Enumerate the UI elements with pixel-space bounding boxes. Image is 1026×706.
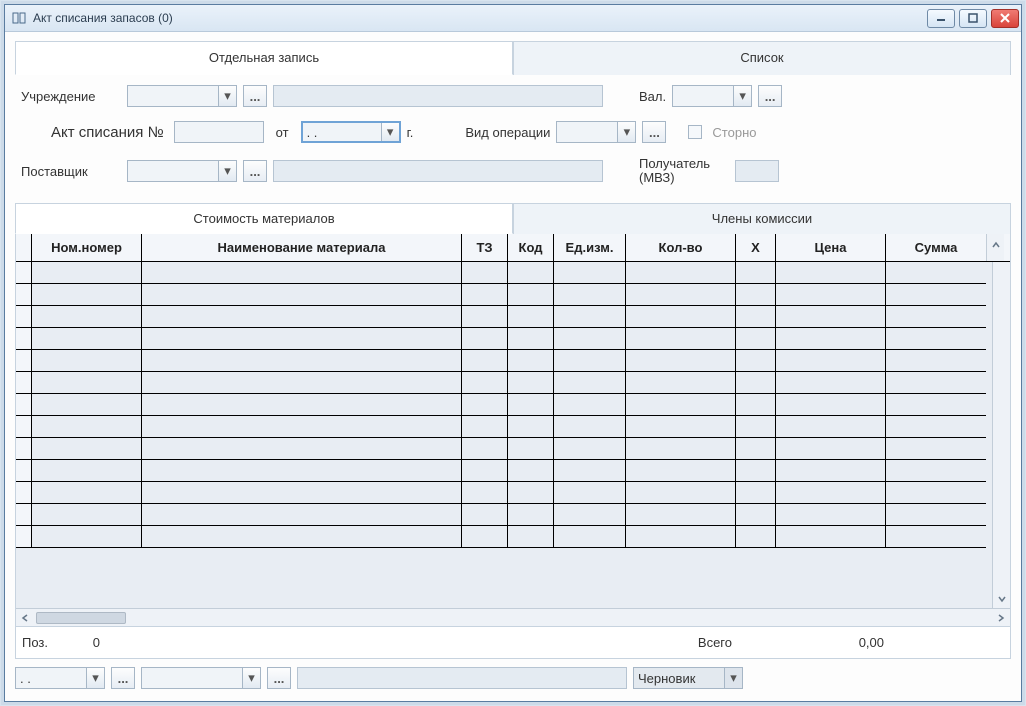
table-row[interactable] [16,262,1010,284]
date-input[interactable]: . . ▾ [301,121,401,143]
institution-browse-button[interactable]: ... [243,85,267,107]
subtab-commission[interactable]: Члены комиссии [513,203,1011,234]
status-value: Черновик [638,671,695,686]
chevron-down-icon: ▾ [381,123,399,141]
label-supplier: Поставщик [21,164,121,179]
subtab-materials[interactable]: Стоимость материалов [15,203,513,234]
footer-pos-label: Поз. [22,635,48,650]
status-combo[interactable]: Черновик ▾ [633,667,743,689]
institution-combo[interactable]: ▾ [127,85,237,107]
table-row[interactable] [16,504,1010,526]
supplier-browse-button[interactable]: ... [243,160,267,182]
bottom-date-combo[interactable]: . . ▾ [15,667,105,689]
chevron-down-icon: ▾ [617,122,635,142]
col-kol[interactable]: Кол-во [626,234,736,261]
table-row[interactable] [16,284,1010,306]
maximize-button[interactable] [959,9,987,28]
label-recipient: Получатель (МВЗ) [639,157,729,186]
col-x[interactable]: Х [736,234,776,261]
table-row[interactable] [16,438,1010,460]
chevron-down-icon: ▾ [86,668,104,688]
label-institution: Учреждение [21,89,121,104]
grid-body[interactable] [16,262,1010,608]
titlebar: Акт списания запасов (0) [5,5,1021,32]
col-tz[interactable]: ТЗ [462,234,508,261]
table-row[interactable] [16,306,1010,328]
bottom-browse-2-button[interactable]: ... [267,667,291,689]
table-row[interactable] [16,460,1010,482]
chevron-down-icon: ▾ [724,668,742,688]
table-row[interactable] [16,372,1010,394]
act-number-input[interactable] [174,121,264,143]
footer-pos-value: 0 [60,635,100,650]
grid-header-row: Ном.номер Наименование материала ТЗ Код … [16,234,1010,262]
scrollbar-thumb[interactable] [36,612,126,624]
app-icon [11,10,27,26]
bottom-combo-2[interactable]: ▾ [141,667,261,689]
footer-total-label: Всего [698,635,732,650]
sub-tabs: Стоимость материалов Члены комиссии [15,202,1011,234]
table-row[interactable] [16,416,1010,438]
label-act-number: Акт списания № [21,124,168,141]
table-row[interactable] [16,482,1010,504]
chevron-down-icon: ▾ [218,86,236,106]
scroll-left-icon[interactable] [16,609,34,626]
label-storno: Сторно [712,125,756,140]
col-ed[interactable]: Ед.изм. [554,234,626,261]
vertical-scrollbar[interactable] [992,262,1010,608]
storno-checkbox[interactable] [688,125,702,139]
supplier-name-field [273,160,603,182]
table-row[interactable] [16,526,1010,548]
recipient-field [735,160,779,182]
col-kod[interactable]: Код [508,234,554,261]
currency-combo[interactable]: ▾ [672,85,752,107]
col-nom[interactable]: Ном.номер [32,234,142,261]
chevron-down-icon: ▾ [218,161,236,181]
minimize-button[interactable] [927,9,955,28]
col-price[interactable]: Цена [776,234,886,261]
scroll-down-icon[interactable] [993,590,1010,608]
bottom-bar: . . ▾ ... ▾ ... Черновик ▾ [15,659,1011,689]
window-frame: Акт списания запасов (0) Отдельная запис… [4,4,1022,702]
window-title: Акт списания запасов (0) [33,11,927,25]
chevron-down-icon: ▾ [242,668,260,688]
tab-list[interactable]: Список [513,41,1011,75]
chevron-down-icon: ▾ [733,86,751,106]
footer-total-value: 0,00 [804,635,884,650]
bottom-text-field [297,667,627,689]
label-op-type: Вид операции [465,125,550,140]
materials-grid: Ном.номер Наименование материала ТЗ Код … [15,234,1011,627]
vscroll-header-gap [986,234,1004,261]
op-type-combo[interactable]: ▾ [556,121,636,143]
row-handle-header [16,234,32,261]
bottom-date-browse-button[interactable]: ... [111,667,135,689]
label-year-suffix: г. [407,125,414,140]
close-button[interactable] [991,9,1019,28]
label-from: от [270,125,295,140]
col-sum[interactable]: Сумма [886,234,986,261]
supplier-combo[interactable]: ▾ [127,160,237,182]
institution-name-field [273,85,603,107]
scroll-right-icon[interactable] [992,609,1010,626]
table-row[interactable] [16,350,1010,372]
horizontal-scrollbar[interactable] [16,608,1010,626]
tab-single-record[interactable]: Отдельная запись [15,41,513,75]
table-row[interactable] [16,328,1010,350]
table-row[interactable] [16,394,1010,416]
currency-browse-button[interactable]: ... [758,85,782,107]
label-currency: Вал. [639,89,666,104]
grid-footer: Поз. 0 Всего 0,00 [15,627,1011,659]
op-type-browse-button[interactable]: ... [642,121,666,143]
top-tabs: Отдельная запись Список [15,40,1011,75]
col-name[interactable]: Наименование материала [142,234,462,261]
